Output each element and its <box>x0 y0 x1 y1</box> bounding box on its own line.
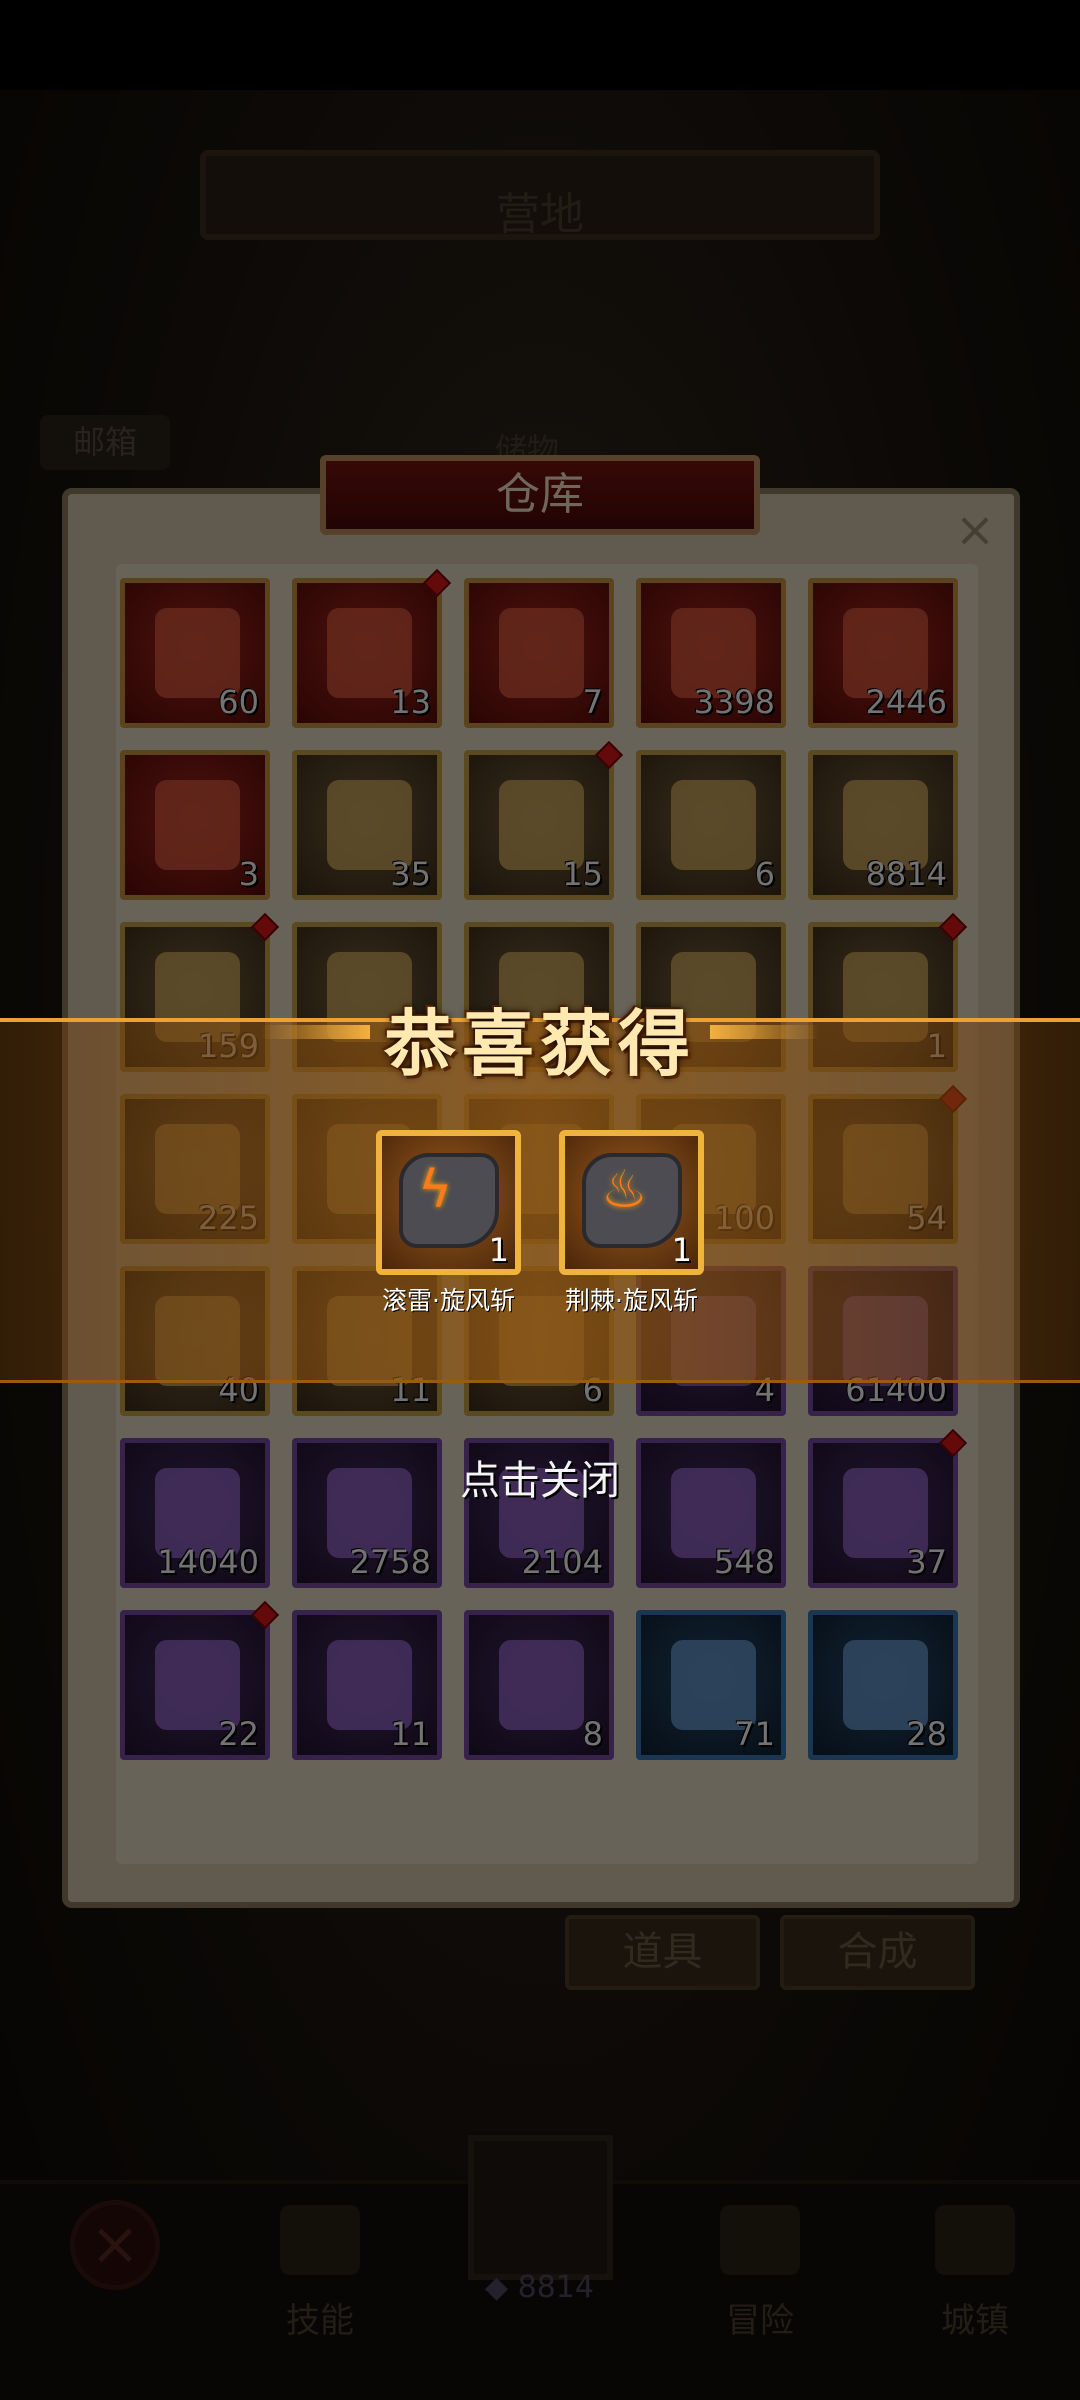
reward-item[interactable]: ϟ 1 滚雷·旋风斩 <box>376 1130 521 1317</box>
reward-item[interactable]: ♨ 1 荆棘·旋风斩 <box>559 1130 704 1317</box>
reward-title: 恭喜获得 <box>383 1002 696 1086</box>
reward-glyph: ♨ <box>601 1160 648 1220</box>
reward-name: 滚雷·旋风斩 <box>382 1286 515 1315</box>
reward-count: 1 <box>488 1231 509 1269</box>
reward-slot: ϟ 1 <box>376 1130 521 1275</box>
reward-slot: ♨ 1 <box>559 1130 704 1275</box>
reward-glyph: ϟ <box>418 1160 453 1220</box>
reward-name: 荆棘·旋风斩 <box>565 1286 698 1315</box>
reward-count: 1 <box>671 1231 692 1269</box>
tap-to-close-hint[interactable]: 点击关闭 <box>0 1448 1080 1506</box>
